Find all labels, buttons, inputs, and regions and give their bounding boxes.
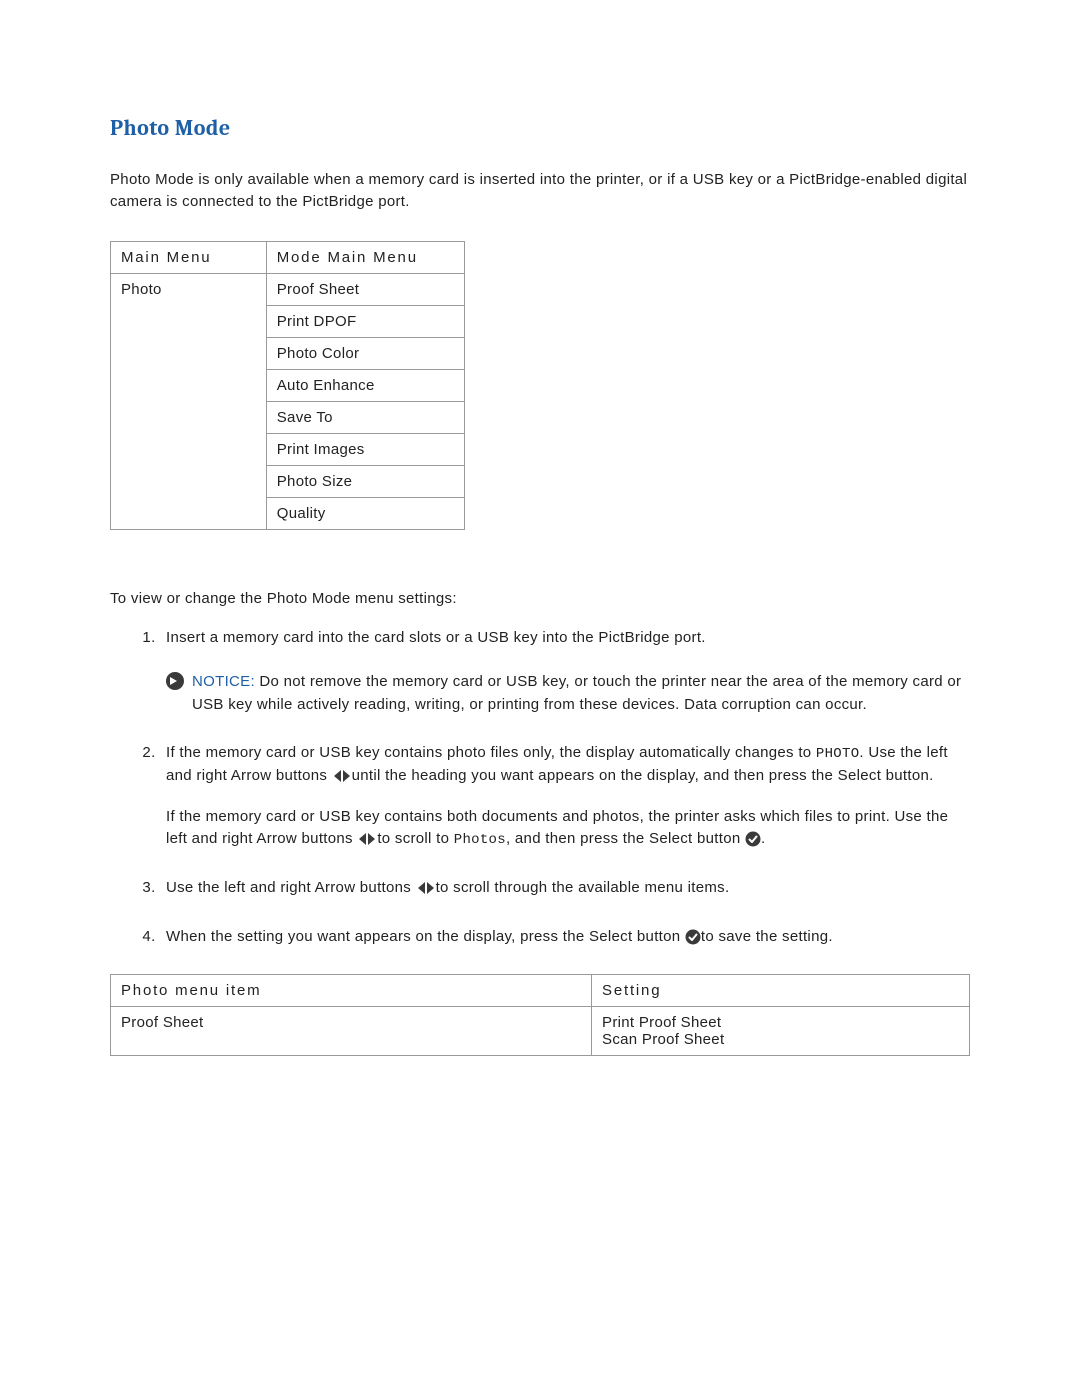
select-check-icon xyxy=(685,929,701,945)
step-2: If the memory card or USB key contains p… xyxy=(160,742,970,851)
step-3: Use the left and right Arrow buttons to … xyxy=(160,877,970,900)
mode-item: Auto Enhance xyxy=(266,369,464,401)
mode-item: Print Images xyxy=(266,433,464,465)
page-title: Photo Mode xyxy=(110,115,970,141)
settings-values: Print Proof Sheet Scan Proof Sheet xyxy=(592,1007,970,1056)
arrow-left-right-icon xyxy=(332,768,352,784)
mono-photo: PHOTO xyxy=(816,746,860,762)
step-3-a: Use the left and right Arrow buttons xyxy=(166,879,416,896)
notice-text: NOTICE: Do not remove the memory card or… xyxy=(192,671,970,716)
step-4: When the setting you want appears on the… xyxy=(160,926,970,949)
mode-item: Print DPOF xyxy=(266,305,464,337)
notice-block: NOTICE: Do not remove the memory card or… xyxy=(166,671,970,716)
table-header-mode: Mode Main Menu xyxy=(266,241,464,273)
steps-list: Insert a memory card into the card slots… xyxy=(110,627,970,949)
step-2-p1a: If the memory card or USB key contains p… xyxy=(166,744,816,761)
step-3-b: to scroll through the available menu ite… xyxy=(436,879,730,896)
table-cell-photo: Photo xyxy=(111,273,267,529)
settings-value: Scan Proof Sheet xyxy=(602,1031,724,1048)
settings-value: Print Proof Sheet xyxy=(602,1014,721,1031)
settings-table: Photo menu item Setting Proof Sheet Prin… xyxy=(110,974,970,1056)
arrow-left-right-icon xyxy=(416,880,436,896)
mode-item: Save To xyxy=(266,401,464,433)
select-check-icon xyxy=(745,831,761,847)
step-2-p1c: until the heading you want appears on th… xyxy=(352,767,934,784)
intro-paragraph: Photo Mode is only available when a memo… xyxy=(110,169,970,213)
arrow-left-right-icon xyxy=(357,831,377,847)
mode-item: Proof Sheet xyxy=(266,273,464,305)
step-4-b: to save the setting. xyxy=(701,928,833,945)
step-1: Insert a memory card into the card slots… xyxy=(160,627,970,717)
mode-item: Photo Size xyxy=(266,465,464,497)
notice-label: NOTICE: xyxy=(192,673,255,690)
settings-item: Proof Sheet xyxy=(111,1007,592,1056)
step-2-p2c: , and then press the Select button xyxy=(506,830,745,847)
arrow-circle-icon xyxy=(166,672,184,690)
main-menu-table: Main Menu Mode Main Menu Photo Proof She… xyxy=(110,241,465,530)
step-1-text: Insert a memory card into the card slots… xyxy=(166,629,706,646)
step-4-a: When the setting you want appears on the… xyxy=(166,928,685,945)
notice-body: Do not remove the memory card or USB key… xyxy=(192,673,961,713)
steps-lead: To view or change the Photo Mode menu se… xyxy=(110,590,970,607)
step-2-p2d: . xyxy=(761,830,765,847)
mode-item: Photo Color xyxy=(266,337,464,369)
step-2-p2b: to scroll to xyxy=(377,830,453,847)
page-container: Photo Mode Photo Mode is only available … xyxy=(0,0,1080,1397)
table-header-main: Main Menu xyxy=(111,241,267,273)
settings-header-setting: Setting xyxy=(592,975,970,1007)
mono-photos: Photos xyxy=(454,832,506,848)
settings-header-item: Photo menu item xyxy=(111,975,592,1007)
mode-item: Quality xyxy=(266,497,464,529)
